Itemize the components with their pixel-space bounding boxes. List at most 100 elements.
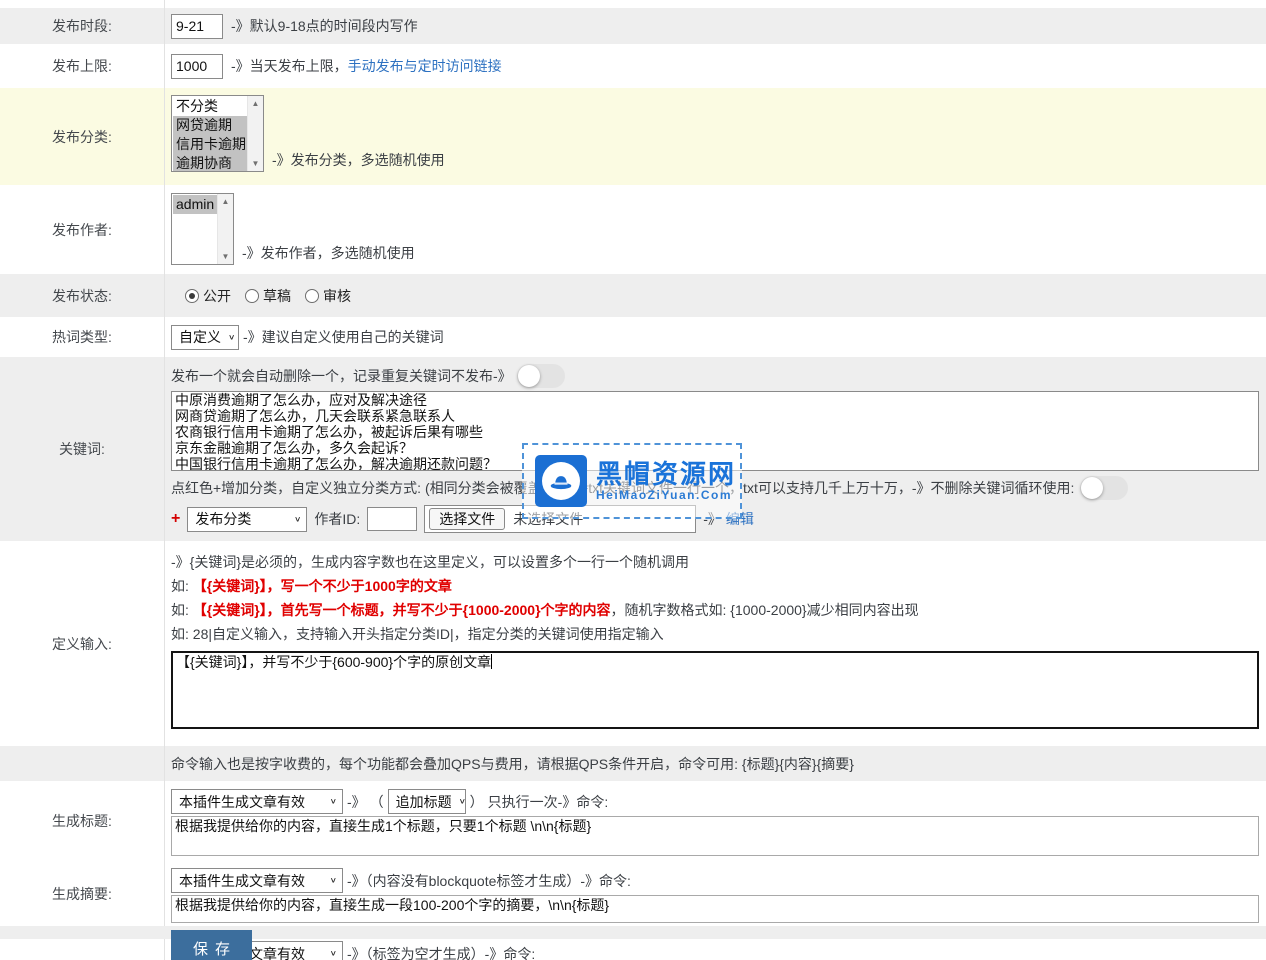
gen-bottom-content: 本插件生成文章有效 ∨ -》（标签为空才生成）-》命令: bbox=[165, 939, 1266, 960]
radio-option-draft[interactable]: 草稿 bbox=[245, 286, 291, 306]
auto-delete-toggle[interactable] bbox=[517, 364, 565, 388]
gen-abstract-command-textarea[interactable]: 根据我提供给你的内容，直接生成一段100-200个字的摘要，\n\n{标题} bbox=[171, 895, 1259, 923]
radio-selected-icon[interactable] bbox=[185, 289, 199, 303]
publish-limit-label: 发布上限: bbox=[0, 44, 165, 88]
hotword-type-select[interactable]: 自定义 ∨ bbox=[171, 325, 239, 350]
author-id-input[interactable] bbox=[367, 507, 417, 531]
publish-category-listbox[interactable]: 不分类 网贷逾期 信用卡逾期 逾期协商 ▲ ▼ bbox=[171, 95, 264, 172]
chevron-down-icon: ∨ bbox=[330, 949, 337, 957]
keywords-label: 关键词: bbox=[0, 357, 165, 541]
chevron-down-icon: ∨ bbox=[330, 876, 337, 884]
row-publish-limit: 发布上限: -》当天发布上限，手动发布与定时访问链接 bbox=[0, 44, 1266, 88]
save-button[interactable]: 保存 bbox=[171, 930, 252, 960]
paren-open: （ bbox=[370, 792, 384, 812]
gen-title-append-select[interactable]: 追加标题 ∨ bbox=[388, 789, 466, 814]
gen-abstract-hint: -》（内容没有blockquote标签才生成）-》命令: bbox=[347, 871, 631, 891]
gen-title-controls: 本插件生成文章有效 ∨ -》 （ 追加标题 ∨ ） 只执行一次-》命令: bbox=[171, 789, 1266, 814]
row-publish-time: 发布时段: -》默认9-18点的时间段内写作 bbox=[0, 8, 1266, 44]
chevron-down-icon: ∨ bbox=[330, 797, 337, 805]
category-option[interactable]: 不分类 bbox=[173, 97, 247, 116]
select-value: 发布分类 bbox=[195, 509, 251, 529]
define-input-example2: 如: 【{关键词}】，首先写一个标题，并写不少于{1000-2000}个字的内容… bbox=[171, 602, 1266, 618]
publish-limit-hint: -》当天发布上限， bbox=[231, 56, 348, 76]
publish-author-hint: -》发布作者，多选随机使用 bbox=[242, 243, 415, 265]
scroll-down-icon[interactable]: ▼ bbox=[222, 252, 230, 261]
example1-red-text: 【{关键词}】，写一个不少于1000字的文章 bbox=[193, 578, 452, 594]
example-prefix: 如: bbox=[171, 578, 193, 594]
gen-title-mode-select[interactable]: 本插件生成文章有效 ∨ bbox=[171, 789, 343, 814]
gen-abstract-content: 本插件生成文章有效 ∨ -》（内容没有blockquote标签才生成）-》命令:… bbox=[165, 861, 1266, 926]
gen-abstract-mode-select[interactable]: 本插件生成文章有效 ∨ bbox=[171, 868, 343, 893]
text-cursor bbox=[491, 654, 492, 669]
publish-category-options: 不分类 网贷逾期 信用卡逾期 逾期协商 bbox=[172, 96, 247, 171]
chevron-down-icon: ∨ bbox=[294, 515, 301, 523]
watermark: 黑帽资源网 HeiMaoZiYuan.Com bbox=[522, 443, 742, 519]
hotword-type-content: 自定义 ∨ -》建议自定义使用自己的关键词 bbox=[165, 317, 1266, 357]
hotword-type-label: 热词类型: bbox=[0, 317, 165, 357]
select-value: 自定义 bbox=[179, 327, 221, 347]
publish-author-label: 发布作者: bbox=[0, 185, 165, 274]
hotword-type-hint: -》建议自定义使用自己的关键词 bbox=[243, 327, 444, 347]
scroll-down-icon[interactable]: ▼ bbox=[252, 159, 260, 168]
select-value: 本插件生成文章有效 bbox=[179, 871, 305, 891]
gen-abstract-controls: 本插件生成文章有效 ∨ -》（内容没有blockquote标签才生成）-》命令: bbox=[171, 868, 1266, 893]
publish-author-listbox[interactable]: admin ▲ ▼ bbox=[171, 193, 234, 265]
publish-status-label: 发布状态: bbox=[0, 274, 165, 317]
radio-icon[interactable] bbox=[245, 289, 259, 303]
publish-category-label: 发布分类: bbox=[0, 88, 165, 185]
publish-time-input[interactable] bbox=[171, 14, 223, 39]
example2-rest-text: ，随机字数格式如: {1000-2000}减少相同内容出现 bbox=[611, 602, 919, 618]
category-option[interactable]: 逾期协商 bbox=[173, 154, 247, 171]
define-input-example1: 如: 【{关键词}】，写一个不少于1000字的文章 bbox=[171, 578, 1266, 594]
select-value: 本插件生成文章有效 bbox=[179, 792, 305, 812]
gen-title-command-textarea[interactable]: 根据我提供给你的内容，直接生成1个标题，只要1个标题 \n\n{标题} bbox=[171, 816, 1259, 856]
choose-file-button[interactable]: 选择文件 bbox=[429, 508, 505, 530]
author-id-label: 作者ID: bbox=[314, 509, 360, 529]
row-qps-note: 命令输入也是按字收费的，每个功能都会叠加QPS与费用，请根据QPS条件开启，命令… bbox=[0, 746, 1266, 781]
radio-icon[interactable] bbox=[305, 289, 319, 303]
publish-time-content: -》默认9-18点的时间段内写作 bbox=[165, 8, 1266, 44]
publish-category-scrollbar[interactable]: ▲ ▼ bbox=[247, 96, 263, 171]
gen-title-label: 生成标题: bbox=[0, 781, 165, 861]
row-hotword-type: 热词类型: 自定义 ∨ -》建议自定义使用自己的关键词 bbox=[0, 317, 1266, 357]
settings-page: 发布时段: -》默认9-18点的时间段内写作 发布上限: -》当天发布上限，手动… bbox=[0, 0, 1266, 960]
keep-keywords-toggle[interactable] bbox=[1080, 476, 1128, 500]
gen-bottom-hint: -》（标签为空才生成）-》命令: bbox=[347, 944, 535, 960]
watermark-title: 黑帽资源网 bbox=[596, 460, 736, 488]
separator-label-cell bbox=[0, 926, 165, 939]
publish-category-content: 不分类 网贷逾期 信用卡逾期 逾期协商 ▲ ▼ -》发布分类，多选随机使用 bbox=[165, 88, 1266, 185]
radio-option-public[interactable]: 公开 bbox=[185, 286, 231, 306]
row-gen-title: 生成标题: 本插件生成文章有效 ∨ -》 （ 追加标题 ∨ ） 只执行一次-》命… bbox=[0, 781, 1266, 861]
add-category-button[interactable]: + bbox=[171, 510, 180, 528]
keywords-category-select[interactable]: 发布分类 ∨ bbox=[187, 507, 307, 532]
publish-author-scrollbar[interactable]: ▲ ▼ bbox=[217, 194, 233, 264]
row-publish-category: 发布分类: 不分类 网贷逾期 信用卡逾期 逾期协商 ▲ ▼ -》发布分类，多选随… bbox=[0, 88, 1266, 185]
watermark-text: 黑帽资源网 HeiMaoZiYuan.Com bbox=[596, 460, 736, 502]
publish-limit-content: -》当天发布上限，手动发布与定时访问链接 bbox=[165, 44, 1266, 88]
top-strip bbox=[0, 0, 1266, 8]
define-input-textarea[interactable]: 【{关键词}】，并写不少于{600-900}个字的原创文章 bbox=[171, 651, 1259, 729]
toggle-knob bbox=[1081, 477, 1103, 499]
gen-bottom-label-cell bbox=[0, 939, 165, 960]
manual-publish-link[interactable]: 手动发布与定时访问链接 bbox=[348, 56, 502, 76]
category-option[interactable]: 信用卡逾期 bbox=[173, 135, 247, 154]
chevron-down-icon: ∨ bbox=[459, 797, 466, 805]
radio-label: 草稿 bbox=[263, 286, 291, 306]
scroll-up-icon[interactable]: ▲ bbox=[222, 197, 230, 206]
example2-red-text: 【{关键词}】，首先写一个标题，并写不少于{1000-2000}个字的内容 bbox=[193, 602, 611, 618]
separator-content bbox=[165, 926, 1266, 939]
publish-author-content: admin ▲ ▼ -》发布作者，多选随机使用 bbox=[165, 185, 1266, 274]
radio-option-review[interactable]: 审核 bbox=[305, 286, 351, 306]
category-option[interactable]: 网贷逾期 bbox=[173, 116, 247, 135]
watermark-logo bbox=[535, 455, 587, 507]
gen-bottom-controls: 本插件生成文章有效 ∨ -》（标签为空才生成）-》命令: bbox=[171, 941, 1266, 960]
row-publish-author: 发布作者: admin ▲ ▼ -》发布作者，多选随机使用 bbox=[0, 185, 1266, 274]
publish-status-content: 公开 草稿 审核 bbox=[165, 274, 1266, 317]
publish-limit-input[interactable] bbox=[171, 54, 223, 79]
author-option[interactable]: admin bbox=[173, 195, 217, 214]
scroll-up-icon[interactable]: ▲ bbox=[252, 99, 260, 108]
publish-time-label: 发布时段: bbox=[0, 8, 165, 44]
toggle-knob bbox=[518, 365, 540, 387]
chevron-down-icon: ∨ bbox=[228, 333, 235, 341]
gen-title-rest-text: 只执行一次-》命令: bbox=[488, 792, 609, 812]
